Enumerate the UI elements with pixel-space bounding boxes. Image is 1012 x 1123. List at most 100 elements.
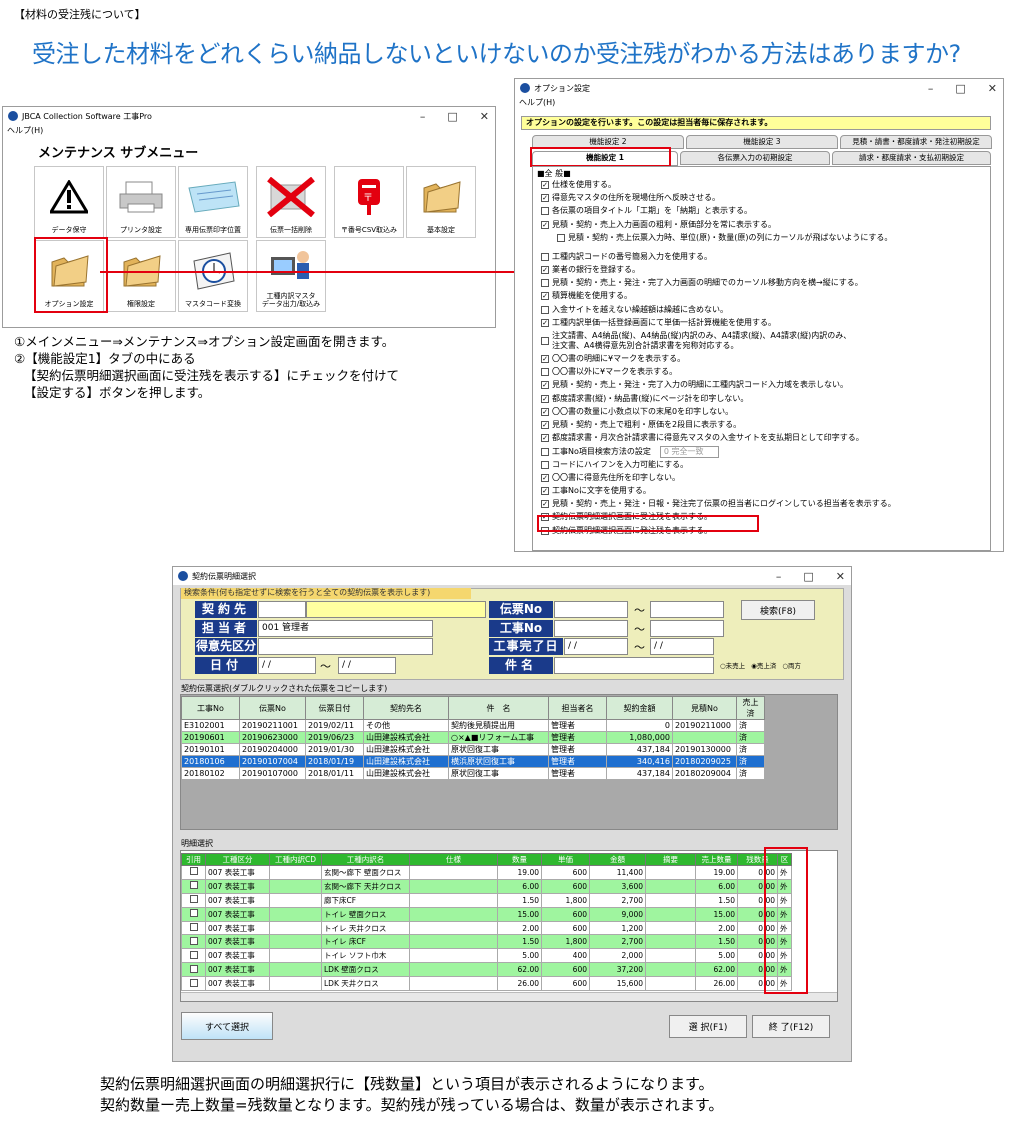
table-row[interactable]: 007 表装工事 玄関～廊下 壁面クロス 19.00 600 11,400 19.00 0.… — [181, 865, 792, 880]
select-button[interactable]: 選 択(F1) — [669, 1015, 747, 1038]
checked-checkbox[interactable]: ✓ — [541, 292, 549, 301]
checked-checkbox[interactable]: ✓ — [541, 421, 549, 429]
help-menu[interactable]: ヘルプ(H) — [515, 97, 1003, 109]
checked-checkbox[interactable]: ✓ — [541, 407, 549, 416]
row-checkbox[interactable] — [181, 892, 206, 908]
tab-slip-input-settings[interactable]: 各伝票入力の初期設定 — [680, 151, 830, 165]
column-header[interactable]: 売上数量 — [695, 853, 738, 866]
option-item[interactable]: 〇〇書以外に¥マークを表示する。 — [541, 367, 677, 377]
table-row[interactable]: 007 表装工事 廊下床CF 1.50 1,800 2,700 1.50 0.00 外 — [181, 892, 792, 908]
option-item[interactable]: 工事No項目検索方法の設定 0 完全一致 — [541, 446, 719, 459]
checked-checkbox[interactable]: ✓ — [541, 194, 549, 203]
option-item[interactable]: ✓ 〇〇書に得意先住所を印字しない。 — [541, 473, 680, 483]
maximize-icon[interactable]: □ — [955, 82, 965, 95]
column-header[interactable]: 数量 — [497, 853, 542, 866]
checked-checkbox[interactable]: ✓ — [541, 181, 549, 189]
completion-to[interactable]: / / — [650, 638, 714, 655]
row-checkbox[interactable] — [181, 962, 206, 978]
option-item[interactable]: ✓ 仕様を使用する。 — [541, 180, 616, 190]
checkbox[interactable] — [557, 233, 565, 242]
job-no-to[interactable] — [650, 620, 724, 637]
option-item[interactable]: ✓ 見積・契約・売上・発注・完了入力の明細に工種内訳コード入力域を表示しない。 — [541, 380, 848, 390]
option-item[interactable]: ✓ 〇〇書の数量に小数点以下の末尾0を印字しない。 — [541, 407, 733, 417]
row-checkbox[interactable] — [181, 906, 206, 922]
column-header[interactable]: 伝票No — [239, 696, 306, 720]
tab-invoice-settings[interactable]: 請求・都度請求・支払初期設定 — [832, 151, 991, 165]
column-header[interactable]: 工事No — [181, 696, 240, 720]
tab-estimate-settings[interactable]: 見積・請書・都度請求・発注初期設定 — [840, 135, 992, 149]
radio-both[interactable]: ○両方 — [782, 660, 801, 670]
checkbox[interactable] — [541, 337, 549, 345]
subject-input[interactable] — [554, 657, 714, 674]
search-mode-select[interactable]: 0 完全一致 — [659, 446, 719, 459]
checkbox[interactable] — [541, 207, 549, 216]
tile-3[interactable]: 専用伝票印字位置 — [178, 166, 248, 238]
table-row[interactable]: 007 表装工事 トイレ 床CF 1.50 1,800 2,700 1.50 0.00 外 — [181, 934, 792, 950]
column-header[interactable]: 金額 — [589, 853, 646, 866]
column-header[interactable]: 契約金額 — [606, 696, 673, 720]
column-header[interactable]: 引用 — [181, 853, 206, 866]
minimize-icon[interactable]: – — [776, 570, 782, 583]
tile-4[interactable]: 伝票一括削除 — [256, 166, 326, 238]
checked-checkbox[interactable]: ✓ — [541, 318, 549, 327]
checkbox[interactable] — [541, 368, 549, 377]
table-row[interactable]: 20190601 20190623000 2019/06/23 山田建設株式会社 ○×▲… — [181, 731, 765, 744]
column-header[interactable]: 工種内訳名 — [321, 853, 410, 866]
radio-sold[interactable]: ◉売上済 — [751, 660, 776, 670]
help-menu[interactable]: ヘルプ(H) — [3, 125, 495, 137]
column-header[interactable]: 見積No — [672, 696, 737, 720]
table-row[interactable]: 20180102 20190107000 2018/01/11 山田建設株式会社 原状回… — [181, 767, 765, 780]
option-item[interactable]: 見積・契約・売上伝票入力時、単位(原)・数量(原)の列にカーソルが飛ばないように… — [557, 233, 892, 243]
row-checkbox[interactable] — [181, 878, 206, 894]
column-header[interactable]: 工種内訳CD — [269, 853, 322, 866]
table-row[interactable]: 007 表装工事 トイレ 天井クロス 2.00 600 1,200 2.00 0.00 外 — [181, 920, 792, 936]
table-row[interactable]: 20180106 20190107004 2018/01/19 山田建設株式会社 横浜原… — [181, 755, 765, 768]
tile-6[interactable]: 基本設定 — [406, 166, 476, 238]
checked-checkbox[interactable]: ✓ — [541, 220, 549, 229]
checked-checkbox[interactable]: ✓ — [541, 434, 549, 443]
option-item[interactable]: コードにハイフンを入力可能にする。 — [541, 460, 688, 470]
checked-checkbox[interactable]: ✓ — [541, 394, 549, 403]
column-header[interactable]: 仕様 — [409, 853, 498, 866]
checkbox[interactable] — [541, 252, 549, 261]
column-header[interactable]: 工種区分 — [205, 853, 270, 866]
table-row[interactable]: 20190101 20190204000 2019/01/30 山田建設株式会社 原状回… — [181, 743, 765, 756]
checked-checkbox[interactable]: ✓ — [541, 500, 549, 509]
option-item[interactable]: 注文請書、A4納品(縦)、A4納品(縦)内訳のみ、A4請求(縦)、A4請求(縦)… — [541, 331, 851, 351]
checkbox[interactable] — [541, 448, 549, 457]
close-icon[interactable]: ✕ — [988, 82, 997, 95]
option-item[interactable]: ✓ 積算機能を使用する。 — [541, 291, 632, 301]
option-item[interactable]: ✓ 業者の銀行を登録する。 — [541, 265, 640, 275]
column-header[interactable]: 伝票日付 — [305, 696, 364, 720]
option-item[interactable]: ✓ 都度請求書(縦)・納品書(縦)にページ計を印字しない。 — [541, 394, 748, 404]
slip-no-to[interactable] — [650, 601, 724, 618]
column-header[interactable]: 契約先名 — [363, 696, 449, 720]
table-row[interactable]: 007 表装工事 LDK 天井クロス 26.00 600 15,600 26.00 0.00… — [181, 976, 792, 992]
table-row[interactable]: 007 表装工事 トイレ 壁面クロス 15.00 600 9,000 15.00 0.00 外 — [181, 906, 792, 922]
row-checkbox[interactable] — [181, 865, 206, 880]
tile-1[interactable]: データ保守 — [34, 166, 104, 238]
table-row[interactable]: 007 表装工事 トイレ ソフト巾木 5.00 400 2,000 5.00 0.00 外 — [181, 948, 792, 964]
search-button[interactable]: 検索(F8) — [741, 600, 815, 620]
checked-checkbox[interactable]: ✓ — [541, 487, 549, 495]
row-checkbox[interactable] — [181, 948, 206, 964]
close-icon[interactable]: ✕ — [480, 110, 489, 123]
checked-checkbox[interactable]: ✓ — [541, 355, 549, 363]
table-row[interactable]: 007 表装工事 LDK 壁面クロス 62.00 600 37,200 62.00 0.00… — [181, 962, 792, 978]
maximize-icon[interactable]: □ — [447, 110, 457, 123]
contractor-name-input[interactable] — [306, 601, 486, 618]
close-icon[interactable]: ✕ — [836, 570, 845, 583]
tile-5[interactable]: 〒〒番号CSV取込み — [334, 166, 404, 238]
customer-class-select[interactable] — [258, 638, 433, 655]
table-row[interactable]: 007 表装工事 玄関～廊下 天井クロス 6.00 600 3,600 6.00 0.00 外 — [181, 878, 792, 894]
column-header[interactable]: 売上済 — [736, 696, 765, 720]
staff-select[interactable]: 001 管理者 — [258, 620, 433, 637]
column-header[interactable]: 摘要 — [645, 853, 696, 866]
column-header[interactable]: 単価 — [541, 853, 590, 866]
minimize-icon[interactable]: – — [420, 110, 426, 123]
tile-2[interactable]: プリンタ設定 — [106, 166, 176, 238]
slip-no-from[interactable] — [554, 601, 628, 618]
option-item[interactable]: 各伝票の項目タイトル「工期」を「納期」と表示する。 — [541, 206, 752, 216]
tab-function-3[interactable]: 機能設定 3 — [686, 135, 838, 149]
row-checkbox[interactable] — [181, 920, 206, 936]
